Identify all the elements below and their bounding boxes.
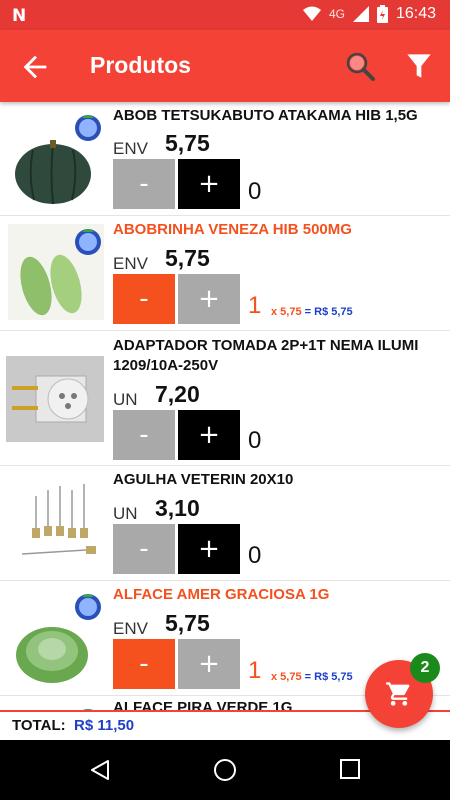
- quantity-value: 1: [248, 657, 262, 684]
- product-unit: ENV: [113, 619, 148, 638]
- subtotal-line: x 5,75 = R$ 5,75: [271, 306, 353, 318]
- subtotal-value: = R$ 5,75: [304, 671, 353, 683]
- clock: 16:43: [395, 5, 436, 22]
- recents-square-icon[interactable]: [339, 758, 361, 780]
- quantity-value: 0: [248, 178, 262, 205]
- product-name: AGULHA VETERIN 20X10: [113, 471, 294, 488]
- quantity-value: 0: [248, 427, 262, 454]
- product-item[interactable]: ADAPTADOR TOMADA 2P+1T NEMA ILUMI 1209/1…: [0, 331, 450, 466]
- signal-icon: [352, 6, 369, 22]
- lettuce-image: [8, 589, 104, 685]
- increase-button[interactable]: +: [178, 159, 240, 209]
- product-unit: UN: [113, 504, 138, 523]
- cart-icon: [386, 682, 410, 706]
- unit-multiplier: x 5,75: [271, 306, 302, 318]
- product-price: 3,10: [155, 495, 200, 521]
- navigation-bar: [0, 740, 450, 800]
- product-name: ABOBRINHA VENEZA HIB 500MG: [113, 221, 352, 238]
- total-label: TOTAL:: [12, 717, 66, 734]
- cart-count-badge: 2: [410, 653, 440, 683]
- quantity-value: 1: [248, 292, 262, 319]
- product-item[interactable]: ABOB TETSUKABUTO ATAKAMA HIB 1,5G ENV 5,…: [0, 102, 450, 216]
- back-triangle-icon[interactable]: [88, 758, 112, 782]
- needles-image: [8, 476, 104, 572]
- product-unit: ENV: [113, 254, 148, 273]
- product-list[interactable]: ABOB TETSUKABUTO ATAKAMA HIB 1,5G ENV 5,…: [0, 102, 450, 710]
- increase-button[interactable]: +: [178, 639, 240, 689]
- product-thumbnail: [8, 476, 104, 572]
- plug-adapter-image: [6, 356, 104, 442]
- product-item[interactable]: AGULHA VETERIN 20X10 UN 3,10 - + 0: [0, 466, 450, 581]
- zucchini-image: [8, 224, 104, 320]
- increase-button[interactable]: +: [178, 274, 240, 324]
- battery-icon: [376, 5, 388, 23]
- pumpkin-image: [15, 115, 101, 205]
- product-thumbnail: [8, 589, 104, 685]
- back-arrow-icon[interactable]: [18, 50, 52, 84]
- decrease-button[interactable]: -: [113, 410, 175, 460]
- product-name: ABOB TETSUKABUTO ATAKAMA HIB 1,5G: [113, 107, 418, 124]
- product-price: 5,75: [165, 245, 210, 271]
- total-value: R$ 11,50: [74, 717, 135, 734]
- search-icon[interactable]: [344, 50, 376, 82]
- subtotal-value: = R$ 5,75: [304, 306, 353, 318]
- decrease-button[interactable]: -: [113, 524, 175, 574]
- product-thumbnail: [6, 356, 104, 442]
- product-price: 5,75: [165, 610, 210, 636]
- home-circle-icon[interactable]: [213, 758, 237, 782]
- product-name: ADAPTADOR TOMADA 2P+1T NEMA ILUMI 1209/1…: [113, 337, 419, 374]
- subtotal-line: x 5,75 = R$ 5,75: [271, 671, 353, 683]
- product-price: 7,20: [155, 381, 200, 407]
- wifi-icon: [302, 6, 321, 21]
- status-bar: N 4G 16:43: [0, 0, 450, 30]
- filter-icon[interactable]: [405, 52, 433, 80]
- quantity-value: 0: [248, 542, 262, 569]
- page-title: Produtos: [90, 52, 191, 78]
- product-unit: ENV: [113, 139, 148, 158]
- product-thumbnail: [8, 224, 104, 320]
- unit-multiplier: x 5,75: [271, 671, 302, 683]
- product-unit: UN: [113, 390, 138, 409]
- decrease-button[interactable]: -: [113, 159, 175, 209]
- network-type: 4G: [328, 7, 345, 21]
- increase-button[interactable]: +: [178, 410, 240, 460]
- product-item[interactable]: ABOBRINHA VENEZA HIB 500MG ENV 5,75 - + …: [0, 216, 450, 331]
- product-name: ALFACE AMER GRACIOSA 1G: [113, 586, 330, 603]
- notification-n-icon: N: [12, 6, 27, 26]
- decrease-button[interactable]: -: [113, 639, 175, 689]
- decrease-button[interactable]: -: [113, 274, 175, 324]
- increase-button[interactable]: +: [178, 524, 240, 574]
- app-bar: Produtos: [0, 30, 450, 102]
- product-thumbnail: [8, 110, 104, 206]
- product-price: 5,75: [165, 130, 210, 156]
